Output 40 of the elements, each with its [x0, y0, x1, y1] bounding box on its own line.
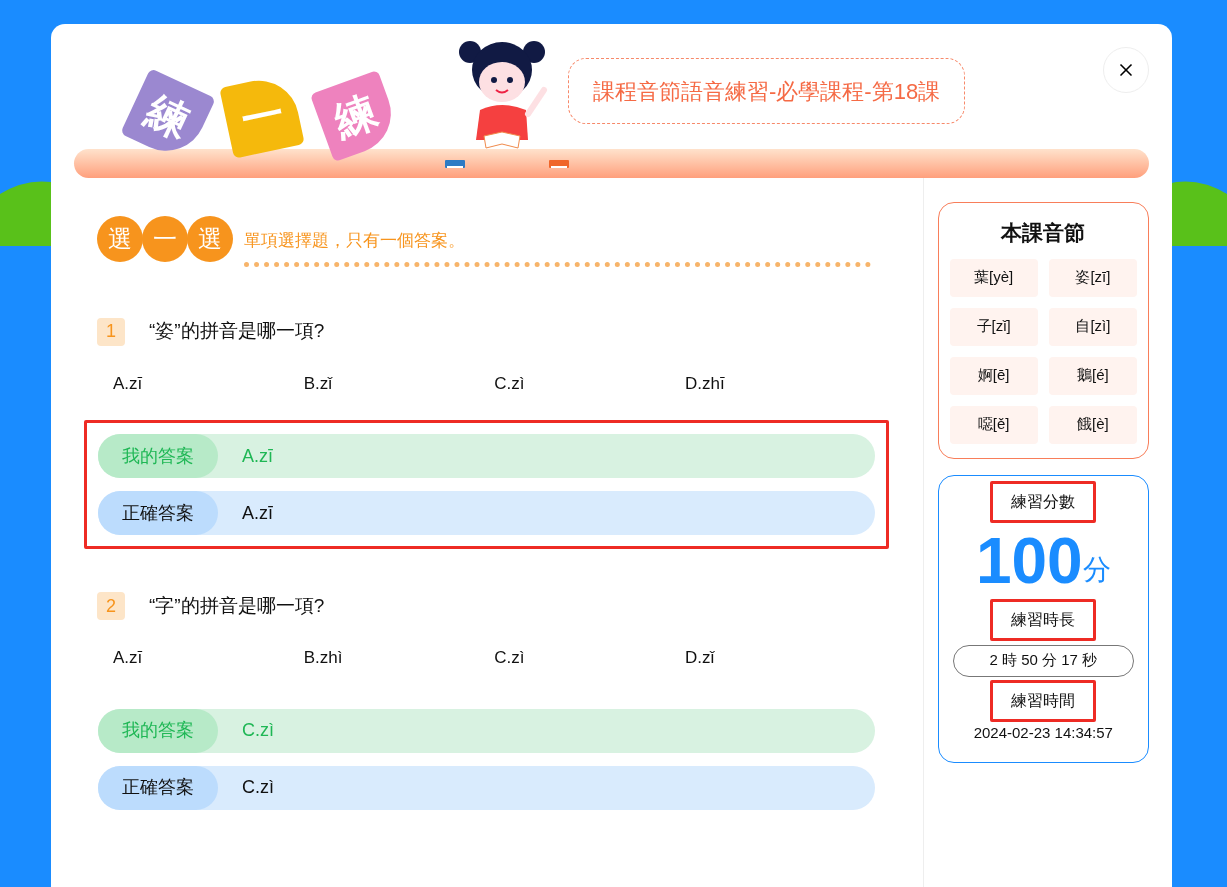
- answer-option: A.zī: [113, 370, 304, 396]
- syllable-chip[interactable]: 自[zì]: [1048, 307, 1137, 346]
- syllable-chip[interactable]: 婀[ē]: [949, 356, 1038, 395]
- book-icon: [444, 157, 466, 170]
- answer-option: B.zhì: [303, 645, 495, 671]
- question-number: 1: [97, 317, 125, 346]
- answer-value: A.zī: [242, 444, 273, 468]
- answer-label: 正確答案: [98, 765, 218, 810]
- card-title: 本課音節: [999, 220, 1087, 246]
- score-value: 100: [975, 528, 1083, 593]
- answer-label: 正確答案: [98, 491, 218, 535]
- answer-label: 我的答案: [98, 434, 218, 478]
- answer-value: C.zì: [242, 719, 274, 742]
- answer-label: 我的答案: [98, 708, 218, 753]
- section-subtitle: 單項選擇題，只有一個答案。: [244, 230, 466, 252]
- syllable-chip[interactable]: 餓[è]: [1048, 405, 1137, 444]
- question-text: “字”的拼音是哪一項?: [149, 593, 325, 618]
- answer-option: C.zì: [494, 370, 685, 396]
- stat-label: 練習分數: [990, 480, 1097, 523]
- stat-label: 練習時長: [990, 598, 1097, 641]
- book-icon: [548, 157, 570, 170]
- syllable-chip[interactable]: 姿[zī]: [1048, 258, 1137, 297]
- practice-time: 2024-02-23 14:34:57: [973, 722, 1113, 743]
- answer-value: A.zī: [242, 501, 273, 525]
- stat-label: 練習時間: [990, 679, 1097, 722]
- answer-option: C.zì: [494, 645, 685, 671]
- close-button[interactable]: [1103, 47, 1149, 93]
- answer-option: D.zhī: [684, 370, 876, 396]
- answer-value: C.zì: [242, 776, 274, 799]
- syllable-chip[interactable]: 葉[yè]: [949, 258, 1038, 297]
- syllable-chip[interactable]: 子[zǐ]: [949, 307, 1038, 346]
- answer-option: D.zǐ: [684, 645, 876, 671]
- syllable-chip[interactable]: 噁[ě]: [949, 405, 1038, 444]
- question-text: “姿”的拼音是哪一項?: [149, 319, 325, 344]
- question-number: 2: [97, 592, 125, 620]
- score-unit: 分: [1082, 553, 1111, 587]
- answer-option: A.zī: [113, 645, 304, 671]
- lesson-title: 課程音節語音練習-必學課程-第18課: [568, 58, 966, 124]
- answer-option: B.zǐ: [303, 370, 495, 396]
- syllable-chip[interactable]: 鵝[é]: [1048, 356, 1137, 395]
